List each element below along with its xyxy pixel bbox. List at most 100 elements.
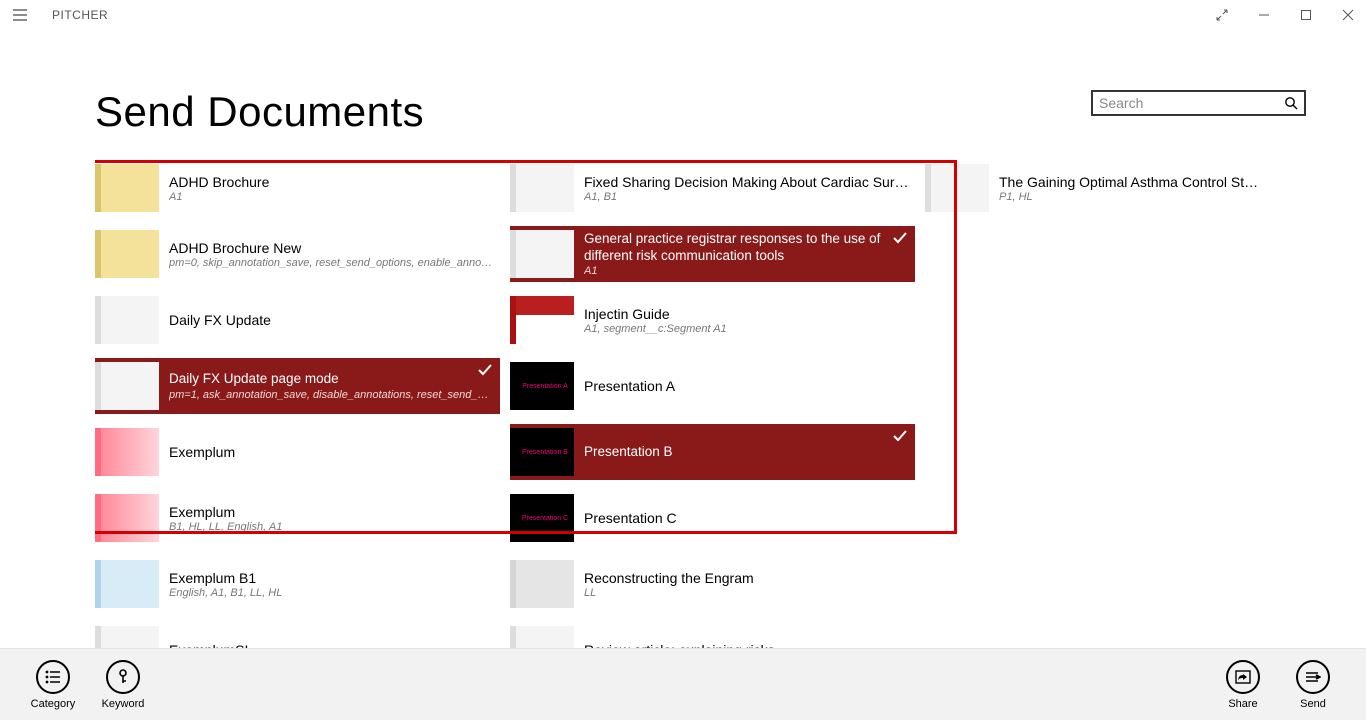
send-label: Send xyxy=(1300,698,1326,710)
document-item[interactable]: The Gaining Optimal Asthma Control Study… xyxy=(925,160,1265,216)
document-thumbnail xyxy=(510,230,574,278)
app-title: PITCHER xyxy=(52,8,108,22)
document-subtitle: A1, segment__c:Segment A1 xyxy=(584,323,909,335)
document-text: Daily FX Update xyxy=(169,312,494,328)
document-thumbnail xyxy=(95,494,159,542)
document-subtitle: A1, B1 xyxy=(584,191,909,203)
document-text: Exemplum B1English, A1, B1, LL, HL xyxy=(169,570,494,599)
document-thumbnail xyxy=(925,164,989,212)
document-subtitle: LL xyxy=(584,587,909,599)
document-item[interactable]: ADHD Brochure Newpm=0, skip_annotation_s… xyxy=(95,226,500,282)
document-title: Reconstructing the Engram xyxy=(584,570,909,586)
document-thumbnail xyxy=(95,230,159,278)
document-subtitle: pm=0, skip_annotation_save, reset_send_o… xyxy=(169,257,494,269)
checkmark-icon xyxy=(478,364,492,376)
document-title: General practice registrar responses to … xyxy=(584,231,909,263)
document-title: Fixed Sharing Decision Making About Card… xyxy=(584,174,909,190)
search-icon xyxy=(1284,96,1298,110)
document-item[interactable]: Exemplum B1English, A1, B1, LL, HL xyxy=(95,556,500,612)
expand-icon[interactable] xyxy=(1212,5,1232,25)
document-item[interactable]: ADHD BrochureA1 xyxy=(95,160,500,216)
document-item[interactable]: General practice registrar responses to … xyxy=(510,226,915,282)
document-text: Injectin GuideA1, segment__c:Segment A1 xyxy=(584,306,909,335)
document-item[interactable]: ExemplumB1, HL, LL, English, A1 xyxy=(95,490,500,546)
document-title: Exemplum B1 xyxy=(169,570,494,586)
document-title: Daily FX Update xyxy=(169,312,494,328)
document-text: ExemplumB1, HL, LL, English, A1 xyxy=(169,504,494,533)
document-text: Presentation B xyxy=(584,444,909,460)
share-icon xyxy=(1226,660,1260,694)
document-item[interactable]: Presentation B Presentation B xyxy=(510,424,915,480)
document-text: Presentation C xyxy=(584,510,909,526)
document-item[interactable]: Fixed Sharing Decision Making About Card… xyxy=(510,160,915,216)
document-column: The Gaining Optimal Asthma Control Study… xyxy=(925,160,1265,670)
search-input[interactable]: Search xyxy=(1091,90,1306,116)
document-item[interactable]: Daily FX Update xyxy=(95,292,500,348)
checkmark-icon xyxy=(893,430,907,442)
page-title: Send Documents xyxy=(95,88,424,136)
document-subtitle: P1, HL xyxy=(999,191,1259,203)
maximize-icon[interactable] xyxy=(1296,5,1316,25)
key-icon xyxy=(106,660,140,694)
document-title: Daily FX Update page mode xyxy=(169,371,494,387)
list-icon xyxy=(36,660,70,694)
document-thumbnail: Presentation B xyxy=(510,428,574,476)
document-text: ADHD Brochure Newpm=0, skip_annotation_s… xyxy=(169,240,494,269)
document-subtitle: English, A1, B1, LL, HL xyxy=(169,587,494,599)
document-title: Presentation B xyxy=(584,444,909,460)
document-title: The Gaining Optimal Asthma Control Study xyxy=(999,174,1259,190)
document-thumbnail: Presentation C xyxy=(510,494,574,542)
hamburger-icon[interactable] xyxy=(8,3,32,27)
document-title: Exemplum xyxy=(169,504,494,520)
keyword-label: Keyword xyxy=(102,698,145,710)
send-icon xyxy=(1296,660,1330,694)
document-item[interactable]: Exemplum xyxy=(95,424,500,480)
document-item[interactable]: Presentation A Presentation A xyxy=(510,358,915,414)
document-thumbnail xyxy=(95,296,159,344)
document-thumbnail xyxy=(510,560,574,608)
document-thumbnail xyxy=(95,428,159,476)
title-bar: PITCHER xyxy=(0,0,1366,30)
document-subtitle: pm=1, ask_annotation_save, disable_annot… xyxy=(169,389,494,401)
document-subtitle: A1 xyxy=(169,191,494,203)
document-text: General practice registrar responses to … xyxy=(584,231,909,276)
document-item[interactable]: Reconstructing the EngramLL xyxy=(510,556,915,612)
checkmark-icon xyxy=(893,232,907,244)
close-icon[interactable] xyxy=(1338,5,1358,25)
document-text: Daily FX Update page mode pm=1, ask_annot… xyxy=(169,371,494,400)
share-button[interactable]: Share xyxy=(1208,660,1278,710)
category-button[interactable]: Category xyxy=(18,660,88,710)
document-item[interactable]: Injectin GuideA1, segment__c:Segment A1 xyxy=(510,292,915,348)
document-thumbnail xyxy=(510,164,574,212)
document-subtitle: B1, HL, LL, English, A1 xyxy=(169,521,494,533)
document-thumbnail: Presentation A xyxy=(510,362,574,410)
keyword-button[interactable]: Keyword xyxy=(88,660,158,710)
document-column: ADHD BrochureA1 ADHD Brochure Newpm=0, sk… xyxy=(95,160,500,670)
document-text: Exemplum xyxy=(169,444,494,460)
send-button[interactable]: Send xyxy=(1278,660,1348,710)
document-text: Fixed Sharing Decision Making About Card… xyxy=(584,174,909,203)
document-title: Presentation C xyxy=(584,510,909,526)
document-text: ADHD BrochureA1 xyxy=(169,174,494,203)
document-column: Fixed Sharing Decision Making About Card… xyxy=(510,160,915,670)
document-item[interactable]: Daily FX Update page mode pm=1, ask_annot… xyxy=(95,358,500,414)
document-item[interactable]: Presentation C Presentation C xyxy=(510,490,915,546)
window-controls xyxy=(1212,5,1358,25)
document-title: ADHD Brochure New xyxy=(169,240,494,256)
document-grid: ADHD BrochureA1 ADHD Brochure Newpm=0, sk… xyxy=(95,160,1306,670)
category-label: Category xyxy=(31,698,76,710)
search-placeholder: Search xyxy=(1099,95,1284,111)
document-subtitle: A1 xyxy=(584,265,909,277)
minimize-icon[interactable] xyxy=(1254,5,1274,25)
page-content: Send Documents Search ADHD BrochureA1 ADH… xyxy=(0,30,1366,648)
document-thumbnail xyxy=(95,362,159,410)
bottom-toolbar: Category Keyword Share Send xyxy=(0,648,1366,720)
document-title: Exemplum xyxy=(169,444,494,460)
document-title: Injectin Guide xyxy=(584,306,909,322)
share-label: Share xyxy=(1228,698,1257,710)
document-thumbnail xyxy=(95,164,159,212)
document-text: The Gaining Optimal Asthma Control Study… xyxy=(999,174,1259,203)
document-text: Presentation A xyxy=(584,378,909,394)
document-thumbnail xyxy=(95,560,159,608)
document-thumbnail xyxy=(510,296,574,344)
